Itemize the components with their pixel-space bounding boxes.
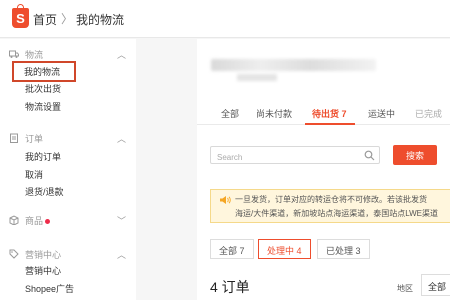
box-icon [9, 215, 19, 225]
blurred-shop-sub [237, 74, 277, 81]
sidebar-item-logistics-settings[interactable]: 物流设置 [25, 100, 61, 113]
sidebar-section-products[interactable]: 商品 ﹀ [0, 212, 136, 228]
sidebar-item-batch-shipping[interactable]: 批次出货 [25, 82, 61, 95]
breadcrumb-home[interactable]: 首页 [33, 11, 57, 28]
chevron-up-icon[interactable]: ︿ [117, 248, 126, 261]
sidebar-section-title: 营销中心 [25, 249, 62, 260]
sidebar-item-shopee-ads[interactable]: Shopee广告 [25, 282, 74, 295]
search-field[interactable] [210, 146, 380, 166]
sidebar-section-marketing[interactable]: 营销中心 ︿ [0, 246, 136, 262]
logistics-card: 全部 尚未付款 待出货 7 运送中 已完成 搜索 一旦发货，订单对应的转运仓将不… [197, 39, 450, 300]
truck-icon [9, 50, 19, 58]
tab-all[interactable]: 全部 [221, 107, 239, 120]
region-select[interactable]: 全部 [421, 274, 450, 296]
tab-shipping[interactable]: 运送中 [368, 107, 395, 120]
orders-count: 4 订单 [210, 279, 250, 295]
breadcrumb-current: 我的物流 [76, 13, 125, 27]
tag-icon [9, 249, 19, 259]
main-content: 全部 尚未付款 待出货 7 运送中 已完成 搜索 一旦发货，订单对应的转运仓将不… [140, 39, 450, 300]
speaker-icon [220, 196, 231, 204]
tab-to-ship[interactable]: 待出货 7 [312, 107, 347, 120]
sidebar-item-marketing-center[interactable]: 营销中心 [25, 264, 61, 277]
top-bar: S 首页 〉 我的物流 [0, 0, 450, 38]
active-tab-indicator [305, 123, 355, 125]
sidebar-section-orders[interactable]: 订单 ︿ [0, 130, 136, 146]
search-icon[interactable] [364, 150, 375, 161]
sidebar-item-my-logistics[interactable]: 我的物流 [12, 61, 77, 82]
sidebar-section-title-wrap: 商品 [25, 214, 51, 227]
tab-completed[interactable]: 已完成 [415, 107, 442, 120]
notice-banner: 一旦发货，订单对应的转运仓将不可修改。若该批发货 海运/大件渠道，新加坡站点海运… [210, 189, 450, 223]
sidebar-item-returns[interactable]: 退货/退款 [25, 185, 64, 198]
notice-text-line1: 一旦发货，订单对应的转运仓将不可修改。若该批发货 [235, 195, 427, 204]
chevron-up-icon[interactable]: ︿ [117, 48, 126, 61]
sidebar-section-title: 商品 [25, 215, 44, 226]
tab-unpaid[interactable]: 尚未付款 [256, 107, 292, 120]
breadcrumb-separator-icon: 〉 [61, 12, 74, 26]
status-tabs: 全部 尚未付款 待出货 7 运送中 已完成 [197, 101, 450, 125]
search-input[interactable] [211, 149, 351, 166]
notice-text-line2: 海运/大件渠道，新加坡站点海运渠道，泰国站点LWE渠道 [235, 209, 438, 218]
subtab-all[interactable]: 全部 7 [210, 239, 254, 259]
subtab-processing[interactable]: 处理中 4 [258, 239, 311, 259]
region-label: 地区 [397, 284, 413, 293]
sidebar-section-title: 物流 [25, 49, 44, 60]
subtab-processed[interactable]: 已处理 3 [317, 239, 370, 259]
sidebar: 物流 ︿ 我的物流 批次出货 物流设置 订单 ︿ 我的订单 取消 退货/退款 商… [0, 39, 136, 300]
sidebar-section-logistics[interactable]: 物流 ︿ [0, 46, 136, 62]
shopee-logo-icon[interactable]: S [12, 4, 29, 28]
sidebar-item-cancel[interactable]: 取消 [25, 168, 43, 181]
blurred-shop-info [211, 59, 376, 71]
chevron-down-icon[interactable]: ﹀ [117, 214, 126, 227]
clipboard-icon [10, 133, 18, 143]
search-button[interactable]: 搜索 [393, 145, 437, 165]
sidebar-item-my-orders[interactable]: 我的订单 [25, 150, 61, 163]
notification-dot [45, 218, 51, 224]
chevron-up-icon[interactable]: ︿ [117, 132, 126, 145]
sidebar-section-title: 订单 [25, 133, 44, 144]
